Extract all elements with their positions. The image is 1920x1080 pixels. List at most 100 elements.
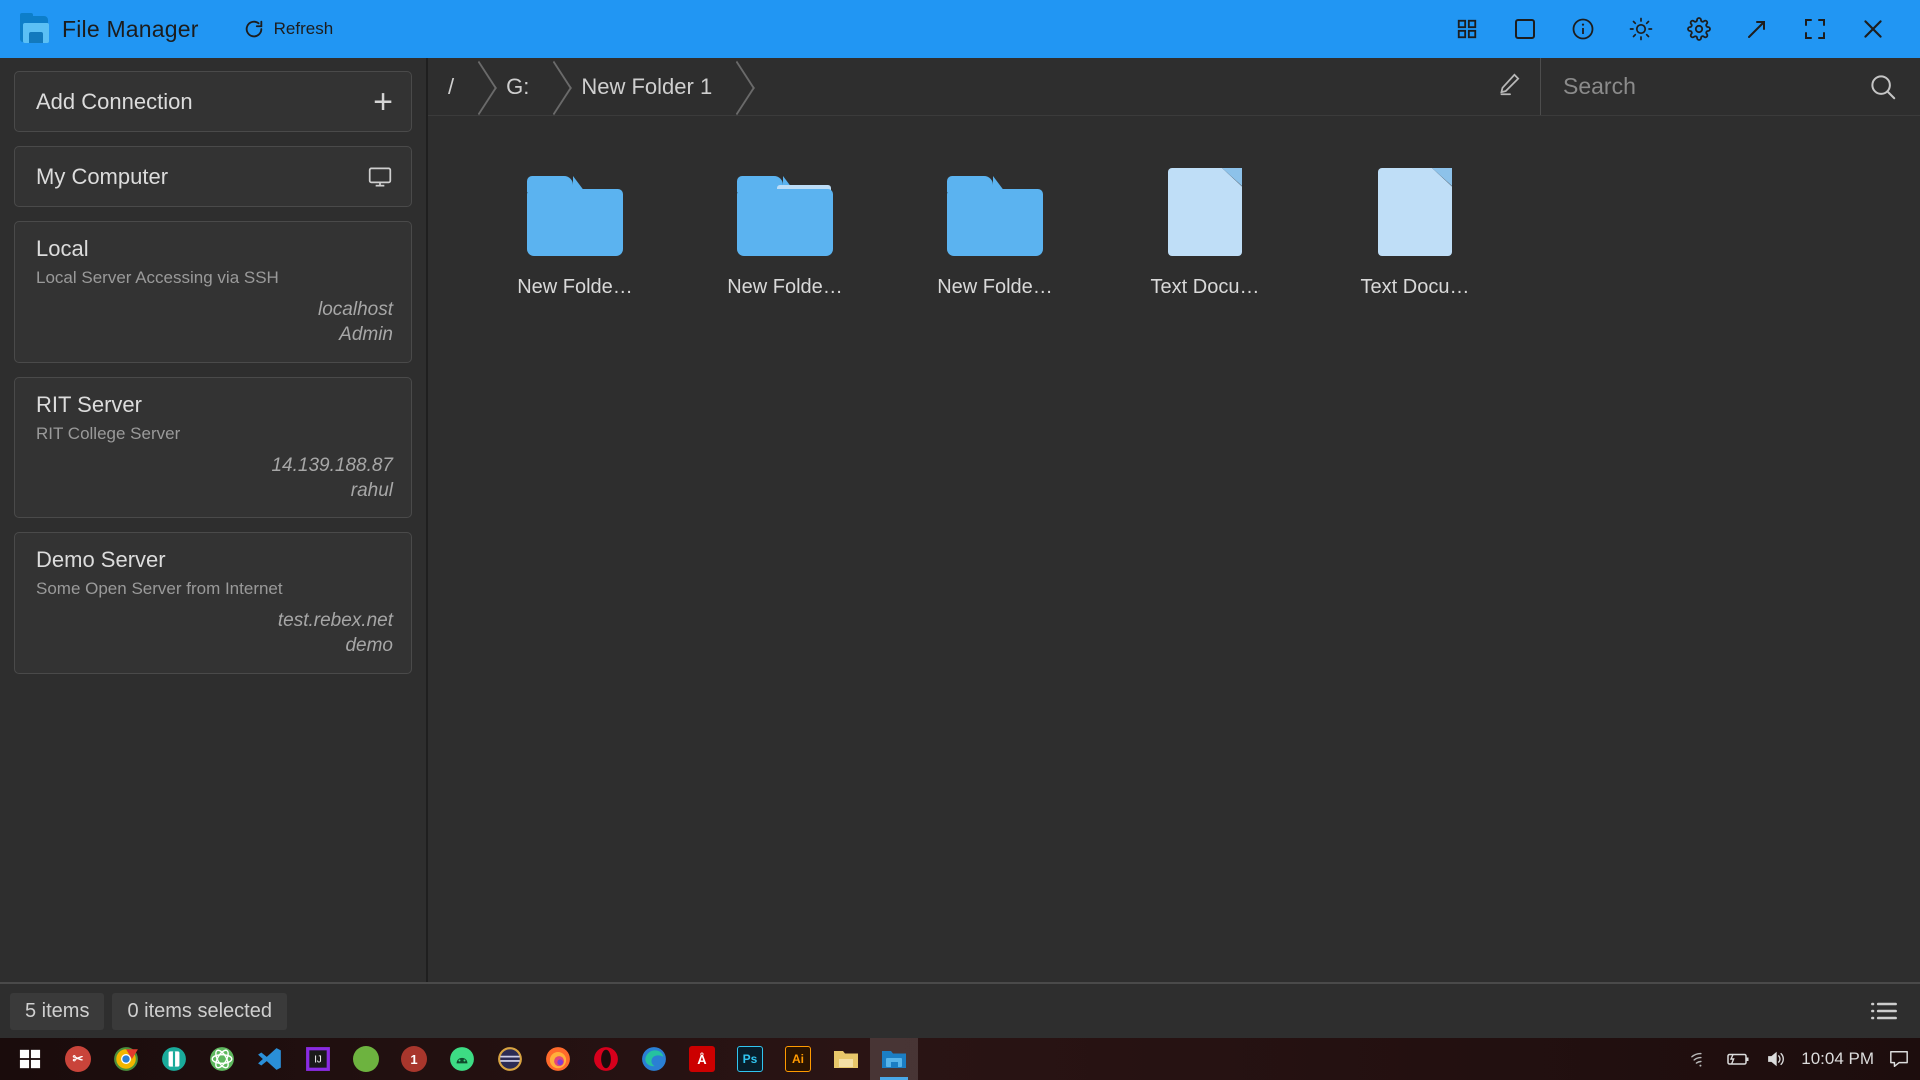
illustrator-icon[interactable]: Ai	[774, 1038, 822, 1080]
close-icon[interactable]	[1844, 0, 1902, 58]
monitor-icon	[367, 164, 393, 190]
add-connection-label: Add Connection	[36, 89, 193, 115]
folder-with-paper-icon	[737, 164, 833, 256]
connection-item-demo-server[interactable]: Demo Server Some Open Server from Intern…	[14, 532, 412, 674]
file-explorer-icon[interactable]	[822, 1038, 870, 1080]
connection-name: Local	[36, 236, 393, 262]
folder-icon	[527, 164, 623, 256]
connection-name: Demo Server	[36, 547, 393, 573]
my-computer-label: My Computer	[36, 164, 168, 190]
breadcrumb-item-root[interactable]: /	[428, 58, 480, 115]
search-box	[1540, 58, 1920, 115]
photoshop-icon[interactable]: Ps	[726, 1038, 774, 1080]
vscode-icon[interactable]	[246, 1038, 294, 1080]
system-tray: 10:04 PM	[1689, 1049, 1920, 1069]
connection-item-rit-server[interactable]: RIT Server RIT College Server 14.139.188…	[14, 377, 412, 519]
git-app-icon[interactable]: 1	[390, 1038, 438, 1080]
fullscreen-icon[interactable]	[1786, 0, 1844, 58]
connection-host: 14.139.188.87	[36, 453, 393, 478]
battery-icon[interactable]	[1725, 1051, 1751, 1067]
connection-name: RIT Server	[36, 392, 393, 418]
file-label: Text Docu…	[1361, 276, 1470, 299]
teal-app-icon[interactable]	[150, 1038, 198, 1080]
file-label: New Folde…	[517, 276, 633, 299]
windows-start-icon[interactable]	[6, 1038, 54, 1080]
connection-description: Some Open Server from Internet	[36, 579, 393, 599]
connection-description: Local Server Accessing via SSH	[36, 268, 393, 288]
connection-item-local[interactable]: Local Local Server Accessing via SSH loc…	[14, 221, 412, 363]
brightness-icon[interactable]	[1612, 0, 1670, 58]
clock[interactable]: 10:04 PM	[1801, 1049, 1874, 1069]
pencil-icon	[1496, 71, 1522, 102]
connection-host-user: test.rebex.net demo	[36, 608, 393, 659]
file-manager-window: File Manager Refresh	[0, 0, 1920, 1080]
connection-host: localhost	[36, 297, 393, 322]
eclipse-icon[interactable]	[486, 1038, 534, 1080]
connection-user: Admin	[36, 322, 393, 347]
notification-icon[interactable]	[1888, 1049, 1910, 1069]
collapse-arrows-icon[interactable]	[1728, 0, 1786, 58]
selected-count-badge: 0 items selected	[112, 993, 287, 1030]
android-studio-icon[interactable]	[438, 1038, 486, 1080]
connection-description: RIT College Server	[36, 424, 393, 444]
title-bar-actions	[1438, 0, 1902, 58]
document-icon	[1168, 164, 1242, 256]
file-label: New Folde…	[727, 276, 843, 299]
connection-user: demo	[36, 633, 393, 658]
my-computer-item[interactable]: My Computer	[14, 146, 412, 207]
atom-icon[interactable]	[198, 1038, 246, 1080]
edge-icon[interactable]	[630, 1038, 678, 1080]
sidebar: Add Connection + My Computer Local Local…	[0, 58, 428, 982]
list-view-icon[interactable]	[1866, 996, 1902, 1026]
file-item[interactable]: Text Docu…	[1100, 158, 1310, 328]
status-bar: 5 items 0 items selected	[0, 982, 1920, 1038]
opera-icon[interactable]	[582, 1038, 630, 1080]
file-grid: New Folde… New Folde… New Folde…	[428, 116, 1920, 982]
refresh-icon	[243, 18, 265, 40]
breadcrumb-item-folder[interactable]: New Folder 1	[555, 58, 738, 115]
volume-icon[interactable]	[1765, 1050, 1787, 1068]
file-item[interactable]: New Folde…	[890, 158, 1100, 328]
grid-view-icon[interactable]	[1438, 0, 1496, 58]
windows-taskbar: ✂ IJ 1 Å Ps	[0, 1038, 1920, 1080]
file-manager-taskbar-icon[interactable]	[870, 1038, 918, 1080]
connection-host: test.rebex.net	[36, 608, 393, 633]
file-item[interactable]: New Folde…	[680, 158, 890, 328]
document-icon	[1378, 164, 1452, 256]
breadcrumb: / G: New Folder 1	[428, 58, 1478, 115]
svg-text:IJ: IJ	[314, 1054, 322, 1065]
file-item[interactable]: New Folde…	[470, 158, 680, 328]
connection-host-user: 14.139.188.87 rahul	[36, 453, 393, 504]
plus-icon: +	[373, 85, 393, 119]
edit-path-button[interactable]	[1478, 58, 1540, 115]
folder-icon	[947, 164, 1043, 256]
firefox-icon[interactable]	[534, 1038, 582, 1080]
refresh-label: Refresh	[274, 19, 334, 39]
adobe-reader-icon[interactable]: Å	[678, 1038, 726, 1080]
search-input[interactable]	[1563, 73, 1858, 100]
info-icon[interactable]	[1554, 0, 1612, 58]
spring-icon[interactable]	[342, 1038, 390, 1080]
file-label: New Folde…	[937, 276, 1053, 299]
path-bar: / G: New Folder 1	[428, 58, 1920, 116]
add-connection-button[interactable]: Add Connection +	[14, 71, 412, 132]
square-icon[interactable]	[1496, 0, 1554, 58]
main-panel: / G: New Folder 1	[428, 58, 1920, 982]
body: Add Connection + My Computer Local Local…	[0, 58, 1920, 982]
file-label: Text Docu…	[1151, 276, 1260, 299]
title-bar-left: File Manager Refresh	[10, 12, 333, 46]
search-icon[interactable]	[1868, 72, 1898, 102]
connection-host-user: localhost Admin	[36, 297, 393, 348]
wifi-icon[interactable]	[1689, 1050, 1711, 1068]
file-manager-icon	[18, 12, 52, 46]
item-count-badge: 5 items	[10, 993, 104, 1030]
gear-icon[interactable]	[1670, 0, 1728, 58]
intellij-idea-icon[interactable]: IJ	[294, 1038, 342, 1080]
connection-user: rahul	[36, 478, 393, 503]
file-item[interactable]: Text Docu…	[1310, 158, 1520, 328]
snipping-tool-icon[interactable]: ✂	[54, 1038, 102, 1080]
chrome-icon[interactable]	[102, 1038, 150, 1080]
refresh-button[interactable]: Refresh	[243, 18, 334, 40]
app-title: File Manager	[62, 16, 199, 43]
title-bar: File Manager Refresh	[0, 0, 1920, 58]
